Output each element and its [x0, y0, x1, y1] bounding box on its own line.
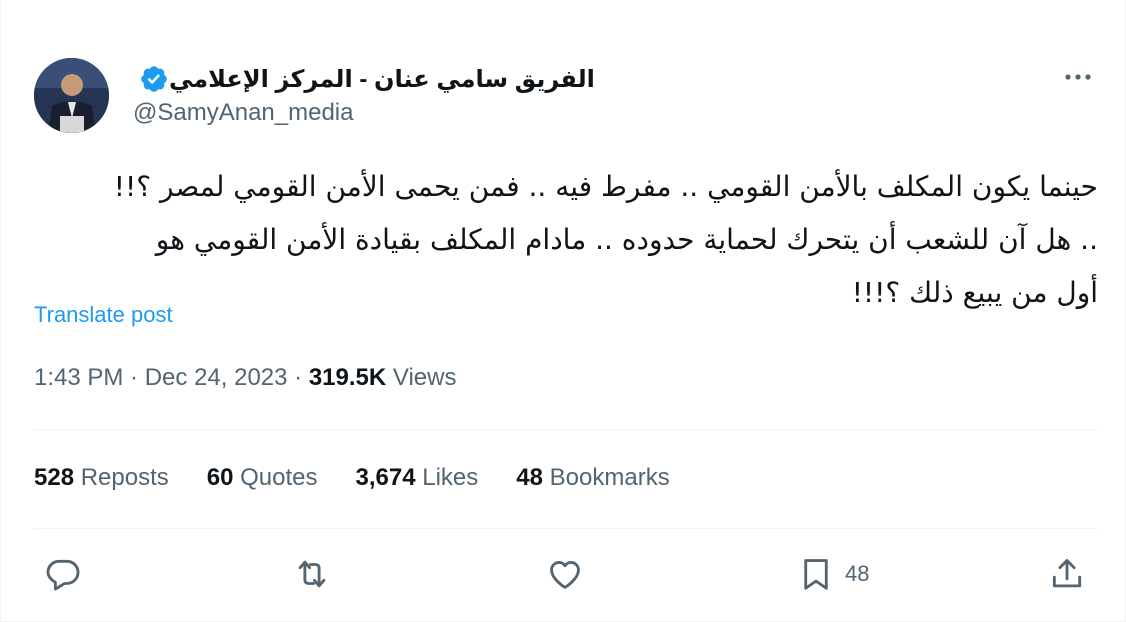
quotes-label: Quotes	[233, 464, 318, 491]
bookmark-button[interactable]: 48	[797, 554, 869, 594]
tweet-meta: 1:43 PM · Dec 24, 2023 · 319.5K Views	[34, 364, 456, 392]
tweet-date[interactable]: Dec 24, 2023	[145, 364, 288, 391]
meta-separator: ·	[123, 364, 145, 391]
bookmark-count: 48	[845, 561, 870, 586]
divider	[34, 429, 1098, 430]
divider	[34, 528, 1098, 529]
bookmarks-count: 48	[516, 464, 543, 491]
author-display-name[interactable]: الفريق سامي عنان - المركز الإعلامي	[169, 65, 595, 94]
heart-icon	[550, 561, 580, 589]
likes-count: 3,674	[355, 464, 416, 491]
tweet-time[interactable]: 1:43 PM	[34, 364, 123, 391]
tweet-line: أول من يبيع ذلك ؟!!!	[851, 276, 1098, 309]
share-icon	[1052, 559, 1082, 588]
retweet-icon	[298, 560, 326, 588]
more-options-icon[interactable]	[1058, 66, 1098, 88]
verified-badge-icon	[141, 66, 167, 92]
engagement-stats: 528 Reposts 60 Quotes 3,674 Likes 48 Boo…	[34, 464, 708, 492]
frame-border-left	[0, 0, 1, 622]
tweet-line: .. هل آن للشعب أن يتحرك لحماية حدوده .. …	[155, 223, 1098, 256]
likes-label: Likes	[415, 464, 479, 491]
retweet-button[interactable]	[293, 554, 331, 594]
translate-post-link[interactable]: Translate post	[34, 302, 173, 328]
reposts-count: 528	[34, 464, 75, 491]
reposts-label: Reposts	[74, 464, 169, 491]
likes-stat[interactable]: 3,674 Likes	[356, 464, 479, 492]
author-name-row[interactable]: الفريق سامي عنان - المركز الإعلامي	[133, 62, 595, 96]
reply-icon	[46, 559, 80, 591]
like-button[interactable]	[546, 554, 584, 594]
tweet-text: حينما يكون المكلف بالأمن القومي .. مفرط …	[34, 160, 1098, 319]
quotes-stat[interactable]: 60 Quotes	[207, 464, 318, 492]
avatar-image	[34, 58, 109, 133]
quotes-count: 60	[206, 464, 234, 491]
bookmarks-label: Bookmarks	[542, 464, 670, 491]
views-count: 319.5K	[308, 364, 387, 391]
author-handle[interactable]: @SamyAnan_media	[133, 99, 353, 127]
meta-separator: ·	[287, 364, 309, 391]
reply-button[interactable]	[44, 554, 82, 594]
bookmarks-stat[interactable]: 48 Bookmarks	[516, 464, 669, 492]
tweet-line: حينما يكون المكلف بالأمن القومي .. مفرط …	[113, 170, 1098, 203]
avatar[interactable]	[34, 58, 109, 133]
views-label: Views	[386, 364, 457, 391]
reposts-stat[interactable]: 528 Reposts	[34, 464, 169, 492]
share-button[interactable]	[1048, 554, 1086, 594]
bookmark-icon	[804, 559, 828, 590]
